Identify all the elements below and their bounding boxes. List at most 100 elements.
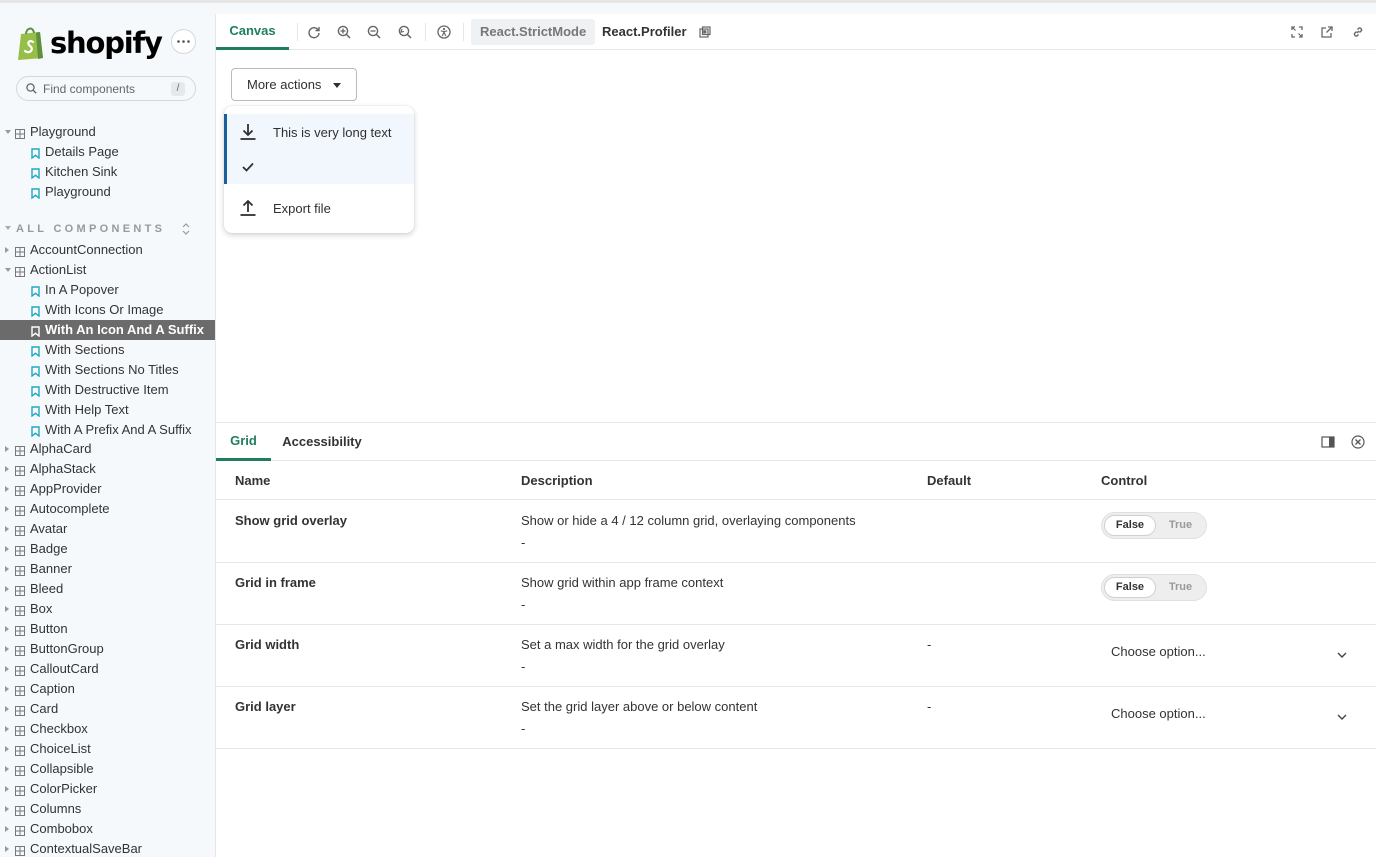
fullscreen-icon[interactable] <box>1288 23 1306 41</box>
component-item[interactable]: Badge <box>0 539 215 559</box>
zoom-out-icon[interactable] <box>365 23 383 41</box>
shortcut-key: / <box>171 82 185 96</box>
action-item-export[interactable]: Export file <box>224 190 414 225</box>
expand-all-icon[interactable] <box>181 223 191 235</box>
accessibility-icon[interactable] <box>435 23 453 41</box>
boolean-toggle[interactable]: False True <box>1101 512 1207 539</box>
story-item[interactable]: With A Prefix And A Suffix <box>0 420 215 440</box>
action-item-import[interactable]: This is very long text <box>224 114 414 149</box>
component-item[interactable]: Button <box>0 619 215 639</box>
component-item-actionlist[interactable]: ActionList <box>0 260 215 280</box>
close-panel-icon[interactable] <box>1351 435 1365 449</box>
search-box[interactable]: / <box>16 76 196 101</box>
args-table-header: Name Description Default Control <box>216 462 1376 500</box>
profiler-toggle[interactable]: React.Profiler <box>593 19 696 45</box>
select-value: Choose option... <box>1111 644 1206 659</box>
component-item[interactable]: Card <box>0 699 215 719</box>
arg-description: Show or hide a 4 / 12 column grid, overl… <box>521 513 856 528</box>
tab-grid[interactable]: Grid <box>216 423 271 461</box>
tree-item-label: With A Prefix And A Suffix <box>45 422 192 437</box>
component-item[interactable]: AlphaCard <box>0 439 215 459</box>
story-item[interactable]: With Destructive Item <box>0 380 215 400</box>
zoom-in-icon[interactable] <box>335 23 353 41</box>
toolbar-divider <box>297 23 298 41</box>
strict-mode-toggle[interactable]: React.StrictMode <box>471 19 596 45</box>
shopify-logo[interactable]: shopify <box>16 23 163 63</box>
component-item[interactable]: Collapsible <box>0 759 215 779</box>
component-item[interactable]: Box <box>0 599 215 619</box>
component-item[interactable]: AlphaStack <box>0 459 215 479</box>
action-list-popover: This is very long text Export file <box>224 106 414 233</box>
section-title: ALL COMPONENTS <box>16 223 166 235</box>
component-item[interactable]: ButtonGroup <box>0 639 215 659</box>
all-components-header[interactable]: ALL COMPONENTS <box>0 221 215 237</box>
arg-type-summary: - <box>521 597 526 612</box>
more-actions-button[interactable]: More actions <box>231 68 357 101</box>
component-item[interactable]: CalloutCard <box>0 659 215 679</box>
tree-item-label: Columns <box>30 801 82 816</box>
component-item[interactable]: Banner <box>0 559 215 579</box>
reset-zoom-icon[interactable] <box>396 23 414 41</box>
component-item[interactable]: AccountConnection <box>0 240 215 260</box>
story-item[interactable]: With Sections No Titles <box>0 360 215 380</box>
story-item[interactable]: Kitchen Sink <box>0 162 215 182</box>
search-input[interactable] <box>43 80 163 98</box>
tree-item-playground[interactable]: Playground <box>0 122 215 142</box>
component-icon <box>15 444 25 459</box>
component-item[interactable]: ChoiceList <box>0 739 215 759</box>
action-item-checked[interactable] <box>224 149 414 184</box>
tree-item-label: With Help Text <box>45 402 129 417</box>
toggle-false-option[interactable]: False <box>1105 578 1155 597</box>
more-actions-label: More actions <box>247 77 322 92</box>
story-item[interactable]: With Sections <box>0 340 215 360</box>
option-select[interactable]: Choose option... <box>1101 639 1351 663</box>
panel-orientation-icon[interactable] <box>1321 435 1335 449</box>
bookmark-icon <box>31 187 40 202</box>
component-icon <box>15 664 25 679</box>
component-item[interactable]: Bleed <box>0 579 215 599</box>
open-new-tab-icon[interactable] <box>1318 23 1336 41</box>
tree-item-label: Box <box>30 601 53 616</box>
arg-name: Show grid overlay <box>235 513 347 528</box>
column-header-default: Default <box>927 473 972 488</box>
toggle-true-option[interactable]: True <box>1159 516 1202 535</box>
component-item[interactable]: Autocomplete <box>0 499 215 519</box>
component-item[interactable]: Caption <box>0 679 215 699</box>
story-item-selected[interactable]: With An Icon And A Suffix <box>0 320 215 340</box>
tab-accessibility[interactable]: Accessibility <box>273 423 371 461</box>
more-options-button[interactable] <box>171 29 196 54</box>
component-item[interactable]: ContextualSaveBar <box>0 839 215 857</box>
boolean-toggle[interactable]: False True <box>1101 574 1207 601</box>
column-header-control: Control <box>1101 473 1148 488</box>
outline-icon[interactable] <box>696 23 714 41</box>
toggle-true-option[interactable]: True <box>1159 578 1202 597</box>
copy-link-icon[interactable] <box>1349 23 1367 41</box>
remount-icon[interactable] <box>305 23 323 41</box>
story-item[interactable]: With Icons Or Image <box>0 300 215 320</box>
tab-canvas[interactable]: Canvas <box>216 14 289 50</box>
toggle-false-option[interactable]: False <box>1105 516 1155 535</box>
toolbar-divider <box>463 23 464 41</box>
component-icon <box>15 504 25 519</box>
component-icon <box>15 764 25 779</box>
bookmark-icon <box>31 365 40 380</box>
collapsed-arrow-icon <box>5 746 9 752</box>
main-area: Canvas React.StrictMode React.Profiler M… <box>215 14 1376 857</box>
action-item-label: Export file <box>273 201 331 216</box>
component-icon <box>15 544 25 559</box>
collapsed-arrow-icon <box>5 526 9 532</box>
story-item[interactable]: In A Popover <box>0 280 215 300</box>
column-header-name: Name <box>235 473 271 488</box>
component-item[interactable]: AppProvider <box>0 479 215 499</box>
option-select[interactable]: Choose option... <box>1101 701 1351 725</box>
component-item[interactable]: Avatar <box>0 519 215 539</box>
component-item[interactable]: Columns <box>0 799 215 819</box>
arg-type-summary: - <box>521 659 526 674</box>
component-item[interactable]: ColorPicker <box>0 779 215 799</box>
component-item[interactable]: Checkbox <box>0 719 215 739</box>
component-item[interactable]: Combobox <box>0 819 215 839</box>
story-item[interactable]: Details Page <box>0 142 215 162</box>
story-item[interactable]: With Help Text <box>0 400 215 420</box>
story-item[interactable]: Playground <box>0 182 215 202</box>
selection-accent <box>224 149 227 184</box>
